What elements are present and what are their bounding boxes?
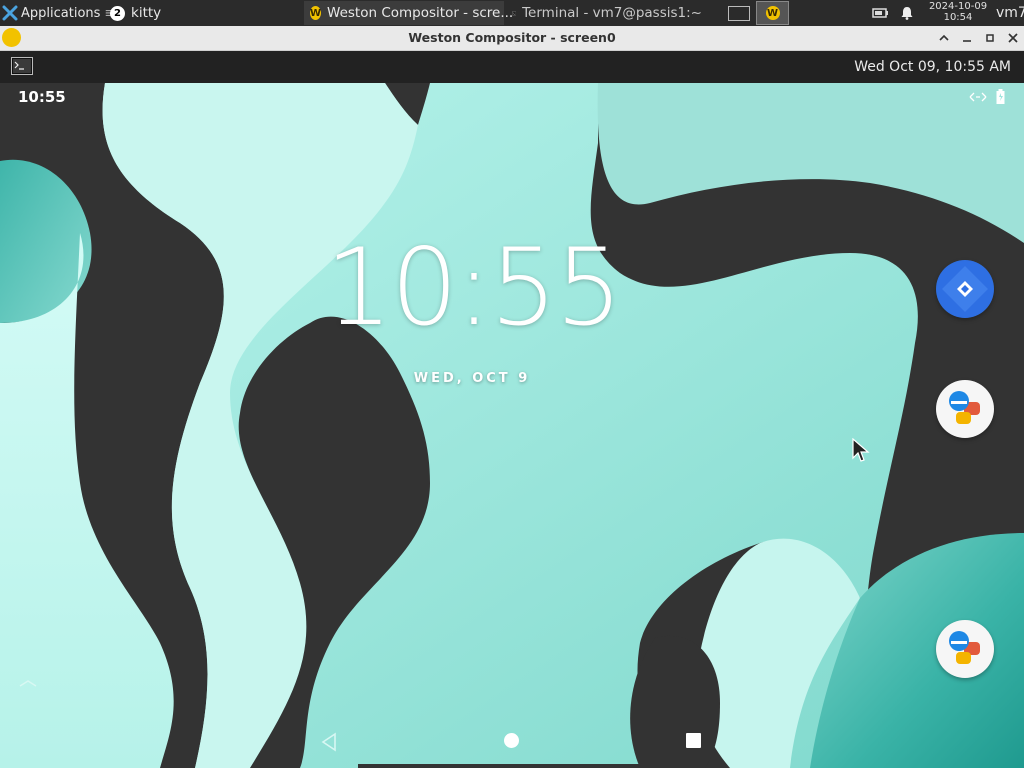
workspace-2[interactable]: W <box>756 1 789 25</box>
minimize-icon <box>963 40 971 42</box>
battery-indicator[interactable] <box>872 0 890 26</box>
xfce-logo-icon <box>2 5 18 21</box>
task-terminal[interactable]: Terminal - vm7@passis1:~ <box>506 1 702 25</box>
bottom-scroll-indicator <box>358 764 664 768</box>
task-label: Terminal - vm7@passis1:~ <box>522 5 702 21</box>
signal-icon <box>969 92 987 101</box>
chevron-up-icon <box>939 34 949 41</box>
applications-menu[interactable]: Applications ≡ <box>2 0 115 26</box>
swipe-up-icon[interactable] <box>18 679 38 689</box>
back-icon[interactable] <box>318 731 340 753</box>
weston-panel-clock: Wed Oct 09, 10:55 AM <box>854 59 1011 75</box>
close-icon <box>1008 33 1018 43</box>
weston-logo-icon: W <box>765 6 780 20</box>
task-label: Weston Compositor - scre... <box>327 5 514 21</box>
weston-logo-icon: W <box>310 6 322 20</box>
task-weston[interactable]: W Weston Compositor - scre... <box>304 1 513 25</box>
wallpaper <box>0 83 1024 768</box>
task-label: kitty <box>131 5 162 21</box>
window-title: Weston Compositor - screen0 <box>408 30 616 45</box>
shade-button[interactable] <box>936 30 952 46</box>
android-battery-icon <box>996 89 1005 104</box>
close-button[interactable] <box>1005 30 1021 46</box>
bell-icon <box>901 7 913 20</box>
lock-screen-date: WED, OCT 9 <box>413 371 531 386</box>
battery-icon <box>872 8 888 18</box>
status-icons <box>968 89 1005 104</box>
home-icon[interactable] <box>504 733 519 748</box>
user-menu[interactable]: vm7 <box>996 0 1024 26</box>
terminal-launcher[interactable] <box>11 57 33 79</box>
task-kitty[interactable]: 2 kitty <box>104 1 302 25</box>
applications-label: Applications <box>21 5 101 21</box>
chat-app-icon[interactable] <box>936 620 994 678</box>
minimize-button[interactable] <box>959 30 975 46</box>
panel-clock[interactable]: 2024-10-09 10:54 <box>920 1 996 23</box>
status-bar-time: 10:55 <box>18 88 66 106</box>
terminal-icon <box>512 11 517 15</box>
weston-window-titlebar[interactable]: Weston Compositor - screen0 <box>0 26 1024 51</box>
mouse-cursor-icon <box>852 438 870 462</box>
workspace-1[interactable] <box>728 0 750 26</box>
workspace-badge: 2 <box>110 5 125 21</box>
maximize-button[interactable] <box>982 30 998 46</box>
notifications-button[interactable] <box>900 0 914 26</box>
panel-time: 10:54 <box>943 12 973 23</box>
recents-icon[interactable] <box>686 733 701 748</box>
terminal-icon <box>11 57 33 75</box>
android-lock-screen[interactable]: 10:55 10:55 WED, OCT 9 <box>0 83 1024 768</box>
panel-date: 2024-10-09 <box>928 1 988 12</box>
chat-app-icon[interactable] <box>936 380 994 438</box>
lock-screen-clock: 10:55 <box>325 226 622 349</box>
maximize-icon <box>986 34 994 42</box>
maps-app-icon[interactable] <box>936 260 994 318</box>
weston-panel: Wed Oct 09, 10:55 AM <box>0 51 1024 83</box>
xfce-top-panel: Applications ≡ 2 kitty W Weston Composit… <box>0 0 1024 26</box>
